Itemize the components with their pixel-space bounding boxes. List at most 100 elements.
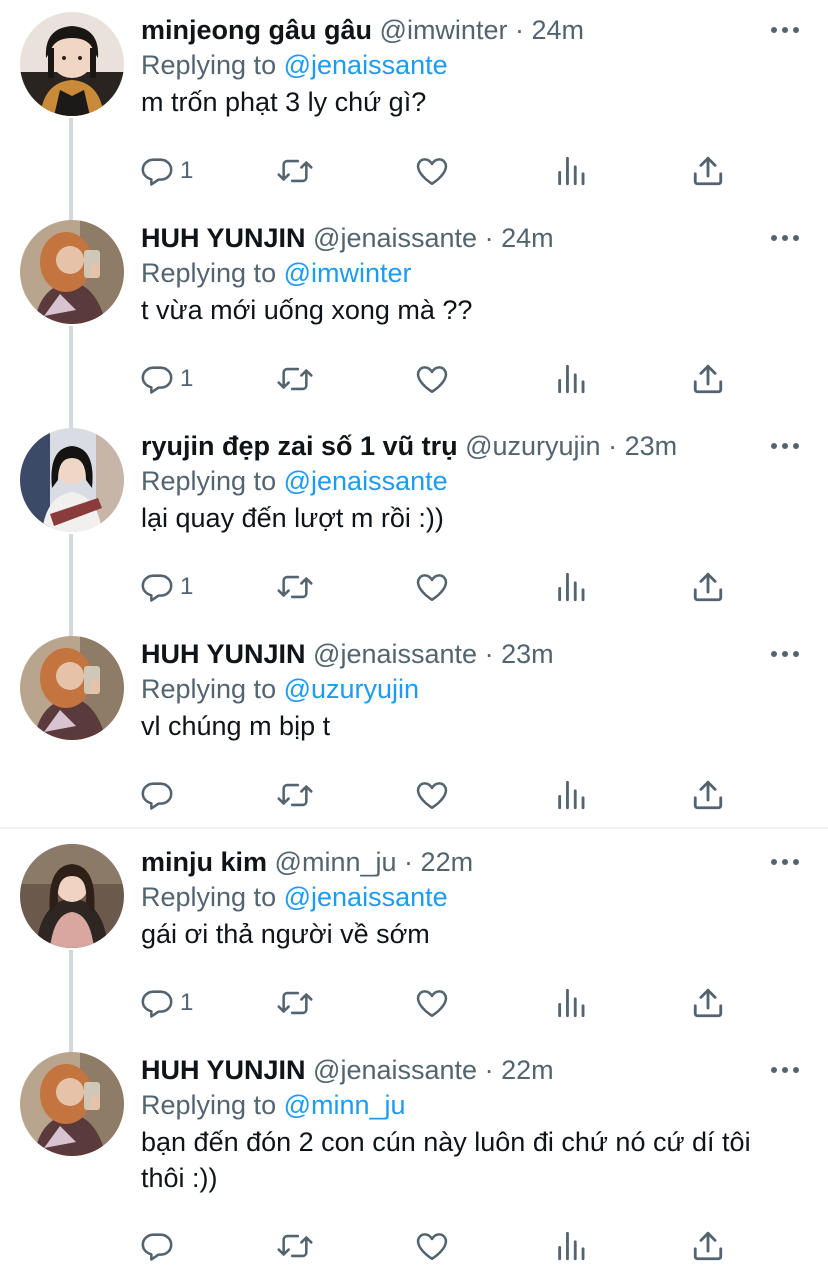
tweet-actions: 1 — [140, 153, 740, 189]
timestamp[interactable]: 24m — [501, 223, 554, 253]
more-options-icon[interactable] — [770, 234, 800, 242]
stats-button[interactable] — [554, 1228, 588, 1264]
more-options-icon[interactable] — [770, 650, 800, 658]
replying-to-label: Replying to — [141, 258, 277, 288]
stats-button[interactable] — [554, 153, 588, 189]
tweet[interactable]: minjeong gâu gâu @imwinter · 24m Replyin… — [0, 0, 828, 208]
more-options-icon[interactable] — [770, 442, 800, 450]
reply-button[interactable]: 1 — [140, 985, 193, 1021]
tweet[interactable]: HUH YUNJIN @jenaissante · 24m Replying t… — [0, 208, 828, 416]
retweet-button[interactable] — [276, 361, 314, 397]
replying-to-mention[interactable]: @jenaissante — [284, 882, 448, 912]
reply-button[interactable]: 1 — [140, 569, 193, 605]
reply-button[interactable]: 1 — [140, 153, 193, 189]
tweet-header: HUH YUNJIN @jenaissante · 23m — [141, 637, 758, 671]
user-handle[interactable]: @jenaissante — [313, 639, 477, 669]
retweet-button[interactable] — [276, 153, 314, 189]
tweet-header: minju kim @minn_ju · 22m — [141, 845, 758, 879]
user-handle[interactable]: @minn_ju — [275, 847, 397, 877]
like-button[interactable] — [415, 985, 449, 1021]
retweet-button[interactable] — [276, 569, 314, 605]
avatar-yunjin[interactable] — [20, 636, 124, 740]
stats-button[interactable] — [554, 569, 588, 605]
like-button[interactable] — [415, 361, 449, 397]
more-options-icon[interactable] — [770, 858, 800, 866]
retweet-button[interactable] — [276, 777, 314, 813]
replying-to-mention[interactable]: @jenaissante — [284, 50, 448, 80]
display-name[interactable]: HUH YUNJIN — [141, 223, 306, 253]
avatar-minjeong[interactable] — [20, 12, 124, 116]
timestamp[interactable]: 22m — [421, 847, 474, 877]
display-name[interactable]: HUH YUNJIN — [141, 1055, 306, 1085]
more-options-icon[interactable] — [770, 26, 800, 34]
tweet-header: ryujin đẹp zai số 1 vũ trụ @uzuryujin · … — [141, 429, 758, 463]
avatar-yunjin[interactable] — [20, 220, 124, 324]
replying-to: Replying to @minn_ju — [141, 1088, 406, 1122]
avatar-minju[interactable] — [20, 844, 124, 948]
timestamp[interactable]: 23m — [625, 431, 678, 461]
tweet[interactable]: minju kim @minn_ju · 22m Replying to @je… — [0, 832, 828, 1040]
share-icon — [693, 572, 723, 602]
tweet-text: bạn đến đón 2 con cún này luôn đi chứ nó… — [141, 1127, 751, 1193]
like-button[interactable] — [415, 1228, 449, 1264]
replying-to: Replying to @imwinter — [141, 256, 412, 290]
timestamp[interactable]: 24m — [531, 15, 584, 45]
bar-chart-icon — [558, 988, 585, 1018]
reply-button[interactable] — [140, 1228, 180, 1264]
tweet-header: minjeong gâu gâu @imwinter · 24m — [141, 13, 758, 47]
display-name[interactable]: ryujin đẹp zai số 1 vũ trụ — [141, 431, 458, 461]
replying-to-label: Replying to — [141, 50, 277, 80]
share-button[interactable] — [691, 569, 725, 605]
replying-to-mention[interactable]: @uzuryujin — [284, 674, 419, 704]
heart-icon — [416, 158, 448, 186]
display-name[interactable]: minjeong gâu gâu — [141, 15, 372, 45]
user-handle[interactable]: @jenaissante — [313, 1055, 477, 1085]
share-button[interactable] — [691, 153, 725, 189]
replying-to: Replying to @jenaissante — [141, 464, 448, 498]
display-name[interactable]: HUH YUNJIN — [141, 639, 306, 669]
replying-to-mention[interactable]: @imwinter — [284, 258, 412, 288]
timestamp[interactable]: 22m — [501, 1055, 554, 1085]
reply-button[interactable] — [140, 777, 180, 813]
replying-to-mention[interactable]: @jenaissante — [284, 466, 448, 496]
timestamp[interactable]: 23m — [501, 639, 554, 669]
like-button[interactable] — [415, 569, 449, 605]
share-button[interactable] — [691, 985, 725, 1021]
stats-button[interactable] — [554, 985, 588, 1021]
more-options-icon[interactable] — [770, 1066, 800, 1074]
retweet-button[interactable] — [276, 985, 314, 1021]
avatar-ryujin[interactable] — [20, 428, 124, 532]
tweet[interactable]: HUH YUNJIN @jenaissante · 22m Replying t… — [0, 1040, 828, 1276]
replying-to: Replying to @jenaissante — [141, 880, 448, 914]
retweet-button[interactable] — [276, 1228, 314, 1264]
stats-button[interactable] — [554, 777, 588, 813]
bar-chart-icon — [558, 1231, 585, 1261]
tweet-actions: 1 — [140, 361, 740, 397]
share-icon — [693, 988, 723, 1018]
user-handle[interactable]: @imwinter — [380, 15, 508, 45]
tweet-text: vl chúng m bịp t — [141, 711, 331, 741]
user-handle[interactable]: @uzuryujin — [465, 431, 600, 461]
tweet-header: HUH YUNJIN @jenaissante · 24m — [141, 221, 758, 255]
bar-chart-icon — [558, 364, 585, 394]
stats-button[interactable] — [554, 361, 588, 397]
reply-icon — [141, 366, 173, 394]
reply-count: 1 — [180, 573, 194, 600]
user-handle[interactable]: @jenaissante — [313, 223, 477, 253]
tweet[interactable]: HUH YUNJIN @jenaissante · 23m Replying t… — [0, 624, 828, 828]
reply-button[interactable]: 1 — [140, 361, 193, 397]
avatar-yunjin[interactable] — [20, 1052, 124, 1156]
like-button[interactable] — [415, 777, 449, 813]
replying-to-mention[interactable]: @minn_ju — [284, 1090, 406, 1120]
like-button[interactable] — [415, 153, 449, 189]
share-button[interactable] — [691, 1228, 725, 1264]
separator-dot: · — [514, 15, 524, 45]
display-name[interactable]: minju kim — [141, 847, 267, 877]
replying-to-label: Replying to — [141, 1090, 277, 1120]
heart-icon — [416, 782, 448, 810]
share-button[interactable] — [691, 777, 725, 813]
tweet[interactable]: ryujin đẹp zai số 1 vũ trụ @uzuryujin · … — [0, 416, 828, 624]
separator-dot: · — [608, 431, 618, 461]
share-button[interactable] — [691, 361, 725, 397]
tweet-actions: 1 — [140, 985, 740, 1021]
